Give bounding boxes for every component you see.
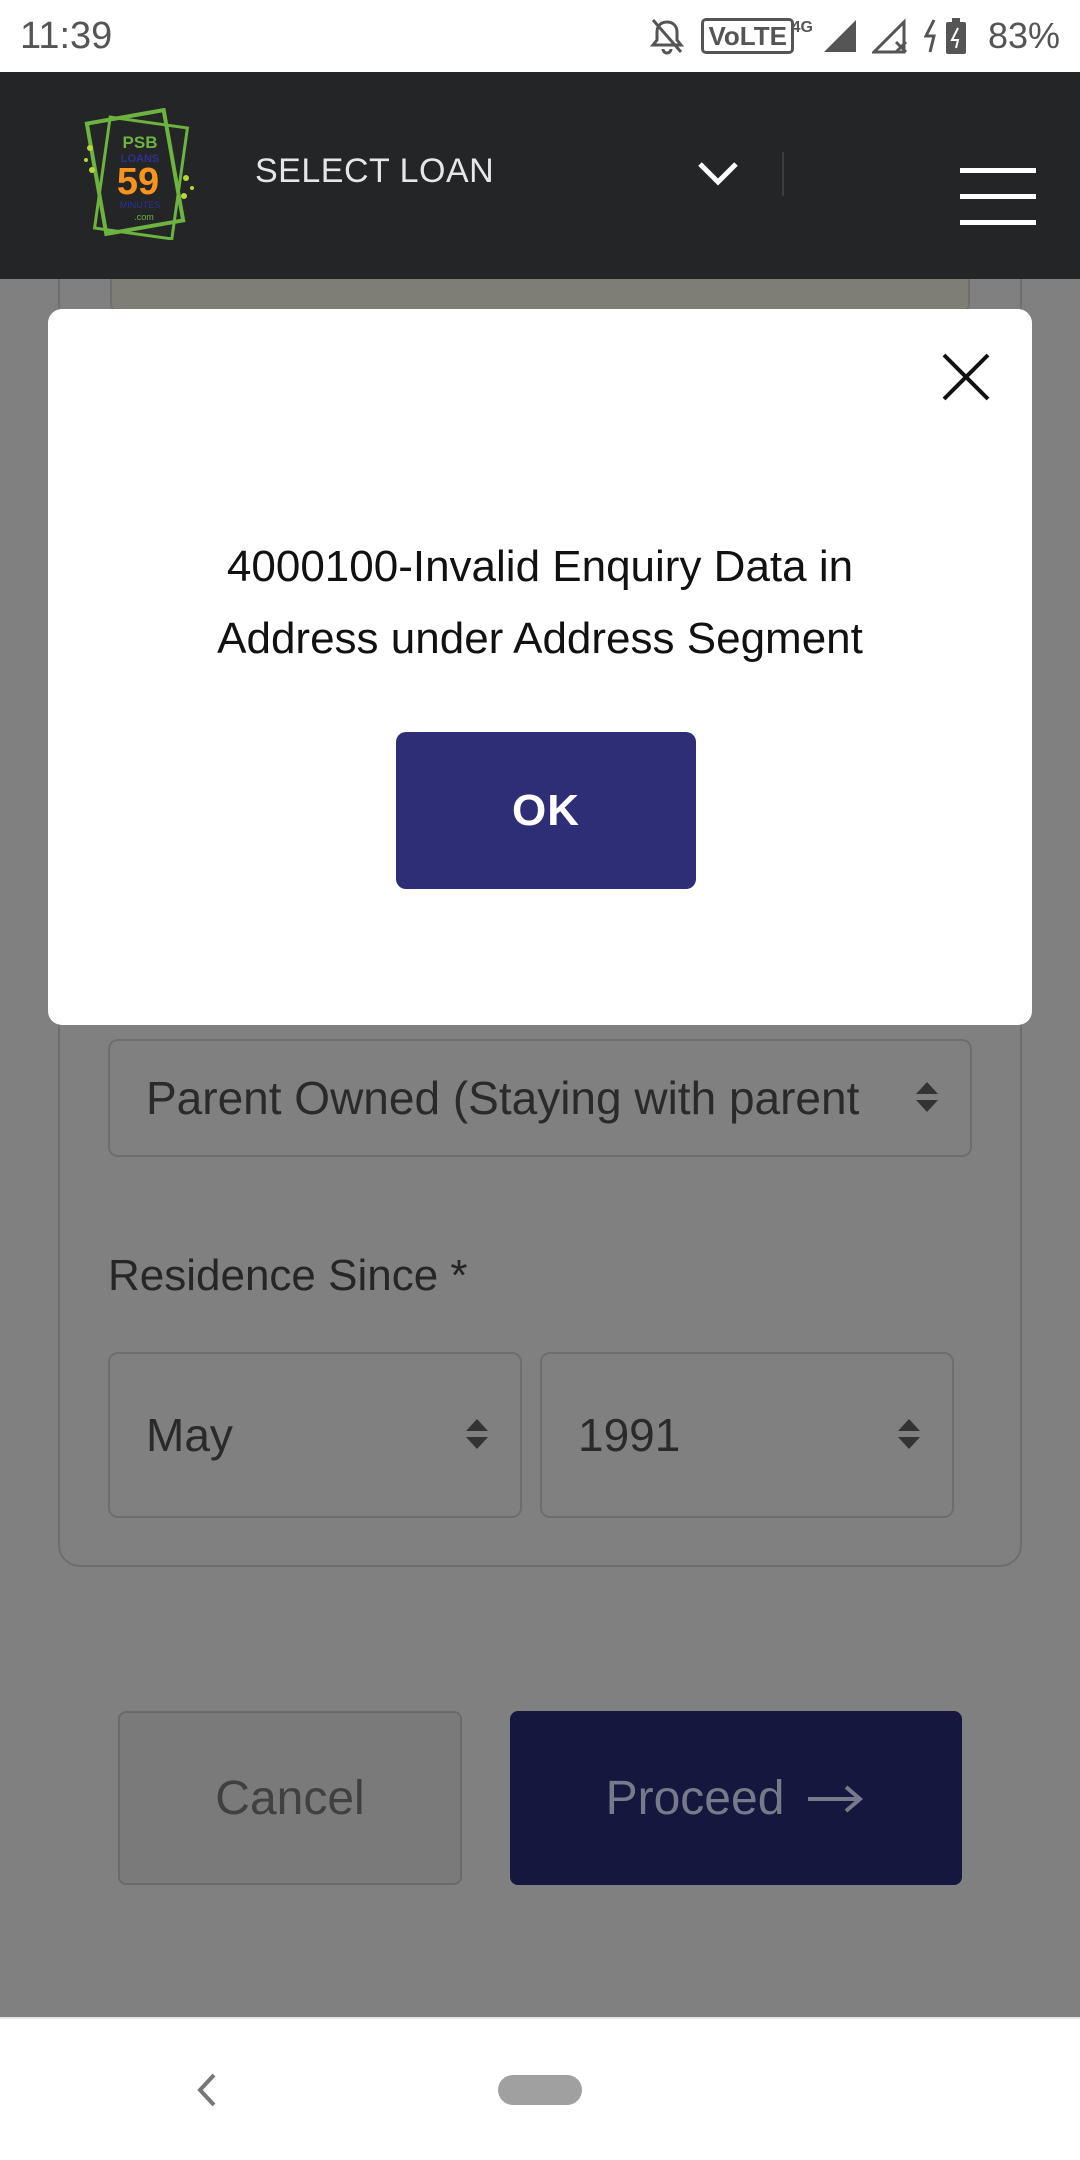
volte-badge: VoLTE 4G xyxy=(701,18,813,54)
status-bar: 11:39 VoLTE 4G 83% xyxy=(0,0,1080,72)
select-loan-label[interactable]: SELECT LOAN xyxy=(255,152,494,191)
signal-x-icon xyxy=(871,18,910,54)
month-select[interactable]: May xyxy=(108,1352,522,1518)
hamburger-menu-icon[interactable] xyxy=(960,168,1036,225)
residence-since-label: Residence Since * xyxy=(108,1251,468,1300)
header-divider xyxy=(782,152,784,196)
year-value: 1991 xyxy=(578,1409,681,1461)
select-arrows-icon xyxy=(464,1408,490,1462)
residence-type-select[interactable]: Parent Owned (Staying with parent xyxy=(108,1039,972,1157)
close-icon[interactable] xyxy=(940,351,992,403)
svg-text:MINUTES: MINUTES xyxy=(120,200,161,210)
battery-level: 83% xyxy=(987,15,1060,56)
proceed-button[interactable]: Proceed xyxy=(510,1711,962,1885)
battery-charging-icon xyxy=(923,16,974,56)
svg-text:59: 59 xyxy=(117,161,159,203)
select-arrows-icon xyxy=(896,1408,922,1462)
status-time: 11:39 xyxy=(20,14,113,57)
proceed-button-label: Proceed xyxy=(605,1771,785,1825)
arrow-right-icon xyxy=(806,1771,866,1826)
app-header: PSB LOANS 59 MINUTES .com SELECT LOAN xyxy=(0,72,1080,279)
home-pill-button[interactable] xyxy=(498,2075,582,2105)
error-message-line-1: 4000100-Invalid Enquiry Data in xyxy=(226,542,854,591)
cancel-button[interactable]: Cancel xyxy=(118,1711,462,1885)
residence-type-value: Parent Owned (Staying with parent xyxy=(146,1072,860,1124)
ok-button[interactable]: OK xyxy=(396,732,696,889)
error-dialog: 4000100-Invalid Enquiry Data in Address … xyxy=(48,309,1032,1025)
cancel-button-label: Cancel xyxy=(215,1771,365,1825)
svg-text:PSB: PSB xyxy=(123,133,158,152)
psb-loans-logo[interactable]: PSB LOANS 59 MINUTES .com xyxy=(82,107,198,241)
status-icons: VoLTE 4G 83% xyxy=(647,15,1060,57)
ok-button-label: OK xyxy=(512,785,580,835)
chevron-down-icon[interactable] xyxy=(696,160,740,193)
error-message: 4000100-Invalid Enquiry Data in Address … xyxy=(88,531,992,675)
back-icon[interactable] xyxy=(194,2071,220,2114)
select-arrows-icon xyxy=(914,1071,940,1125)
svg-text:.com: .com xyxy=(134,212,154,222)
year-select[interactable]: 1991 xyxy=(540,1352,954,1518)
system-nav-bar xyxy=(0,2017,1080,2160)
bell-off-icon xyxy=(647,16,687,56)
month-value: May xyxy=(146,1409,233,1461)
signal-icon xyxy=(822,18,858,54)
error-message-line-2: Address under Address Segment xyxy=(217,614,863,663)
